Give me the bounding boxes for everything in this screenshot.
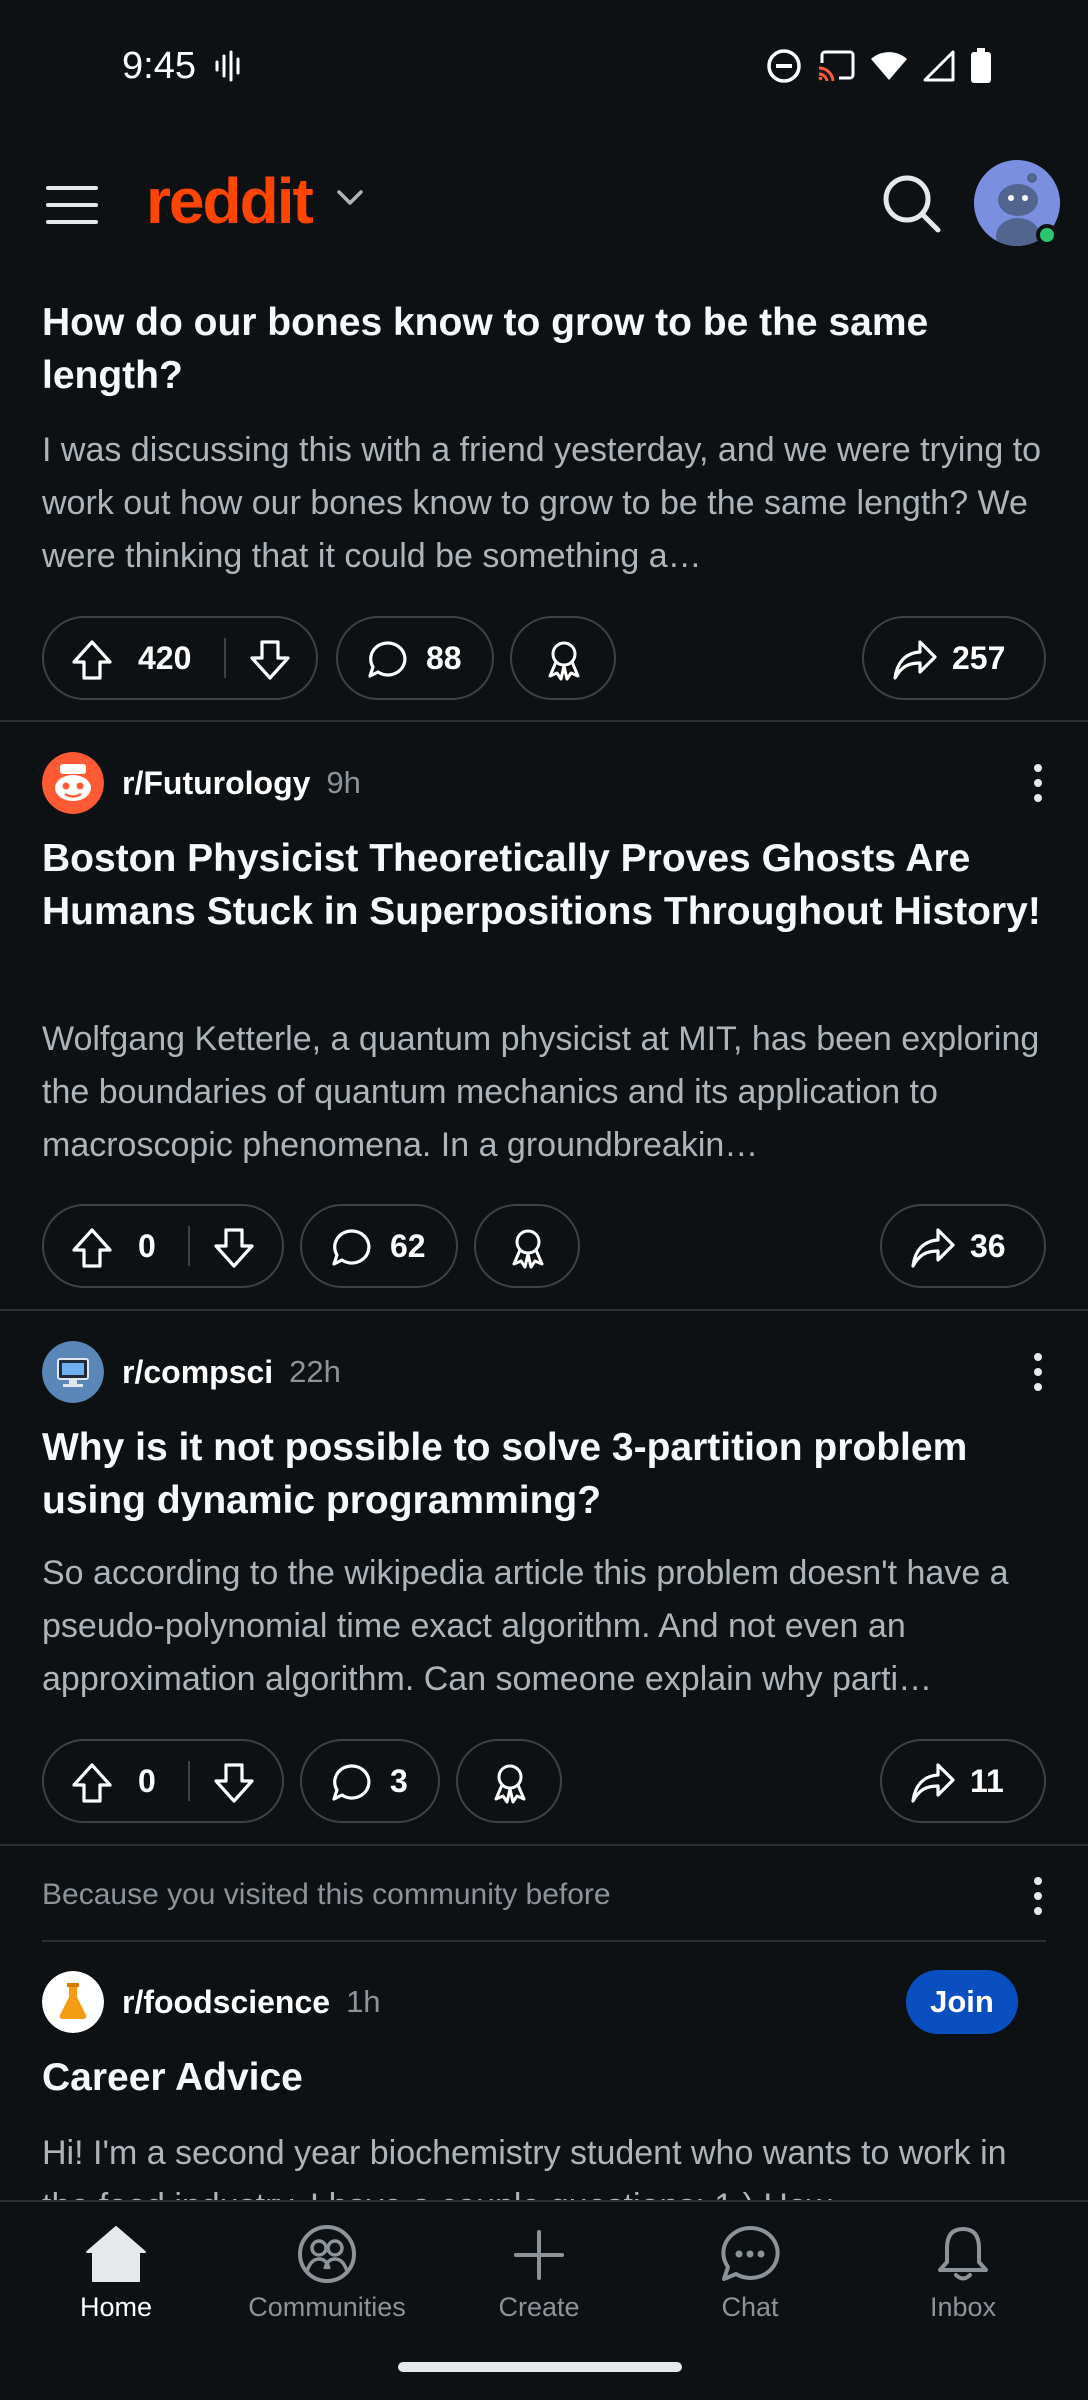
nav-label: Communities (248, 2292, 406, 2322)
plus-icon (507, 2202, 571, 2284)
post-actions: 0 3 11 (42, 1739, 1046, 1823)
downvote-icon[interactable] (212, 1226, 256, 1270)
post-actions: 0 62 36 (42, 1204, 1046, 1288)
nav-label: Home (79, 2292, 153, 2322)
comment-icon (330, 1227, 372, 1269)
post-meta: r/Futurology 9h (42, 751, 361, 815)
online-status-dot (1036, 224, 1058, 246)
reddit-logo[interactable]: reddit (146, 164, 314, 238)
share-icon (910, 1226, 956, 1270)
post-time: 1h (346, 1984, 381, 2019)
subreddit-name[interactable]: r/compsci (122, 1354, 273, 1391)
post-divider (0, 720, 1088, 722)
upvote-icon[interactable] (70, 638, 114, 682)
home-icon (84, 2202, 148, 2284)
post-meta: r/foodscience 1h (42, 1970, 381, 2034)
bell-icon (931, 2202, 995, 2284)
share-button[interactable]: 257 (862, 616, 1046, 700)
menu-icon[interactable] (44, 180, 100, 230)
post-divider (0, 1309, 1088, 1311)
status-bar: 9:45 (0, 0, 1088, 135)
nav-home[interactable]: Home (26, 2202, 206, 2342)
subreddit-icon[interactable] (42, 1971, 104, 2033)
battery-icon (970, 48, 992, 84)
cast-icon (816, 49, 856, 83)
upvote-icon[interactable] (70, 1226, 114, 1270)
comment-icon (330, 1762, 372, 1804)
award-button[interactable] (456, 1739, 562, 1823)
upvote-icon[interactable] (70, 1761, 114, 1805)
vote-control: 420 (42, 616, 318, 700)
upvote-count: 0 (138, 1762, 156, 1799)
share-icon (892, 638, 938, 682)
recommendation-options-icon[interactable] (1018, 1866, 1058, 1926)
join-button[interactable]: Join (906, 1970, 1018, 2034)
downvote-icon[interactable] (212, 1761, 256, 1805)
comments-button[interactable]: 88 (336, 616, 494, 700)
post-title[interactable]: How do our bones know to grow to be the … (42, 296, 1052, 402)
nav-label: Chat (721, 2292, 779, 2322)
app-header: reddit (0, 150, 1088, 260)
post-actions: 420 88 257 (42, 616, 1046, 700)
nav-inbox[interactable]: Inbox (873, 2202, 1053, 2342)
award-icon (488, 1761, 532, 1805)
subreddit-name[interactable]: r/Futurology (122, 765, 310, 802)
post-time: 22h (289, 1354, 341, 1389)
post-body[interactable]: I was discussing this with a friend yest… (42, 424, 1052, 583)
downvote-icon[interactable] (248, 638, 292, 682)
post-title[interactable]: Career Advice (42, 2051, 1052, 2104)
chevron-down-icon[interactable] (336, 188, 364, 208)
share-count: 11 (970, 1762, 1004, 1799)
subreddit-name[interactable]: r/foodscience (122, 1984, 330, 2021)
comment-count: 88 (426, 639, 462, 676)
vote-control: 0 (42, 1739, 284, 1823)
comment-icon (366, 639, 408, 681)
post-body[interactable]: Wolfgang Ketterle, a quantum physicist a… (42, 1013, 1052, 1172)
wifi-icon (870, 50, 908, 82)
share-icon (910, 1761, 956, 1805)
nav-label: Inbox (929, 2292, 997, 2322)
nav-label: Create (498, 2292, 580, 2322)
vibrate-icon (214, 50, 244, 82)
search-icon[interactable] (880, 172, 944, 236)
award-button[interactable] (510, 616, 616, 700)
subreddit-icon[interactable] (42, 752, 104, 814)
post-body[interactable]: So according to the wikipedia article th… (42, 1547, 1052, 1706)
upvote-count: 0 (138, 1227, 156, 1264)
nav-chat[interactable]: Chat (660, 2202, 840, 2342)
post-divider (0, 1844, 1088, 1846)
post-body[interactable]: Hi! I'm a second year biochemistry stude… (42, 2127, 1052, 2200)
share-count: 257 (952, 639, 1006, 676)
recommendation-label: Because you visited this community befor… (42, 1878, 611, 1911)
comments-button[interactable]: 3 (300, 1739, 440, 1823)
comment-count: 62 (390, 1227, 426, 1264)
award-button[interactable] (474, 1204, 580, 1288)
nav-communities[interactable]: Communities (237, 2202, 417, 2342)
post-time: 9h (326, 765, 361, 800)
share-count: 36 (970, 1227, 1006, 1264)
post-title[interactable]: Why is it not possible to solve 3-partit… (42, 1421, 1052, 1527)
post-options-icon[interactable] (1018, 753, 1058, 813)
share-button[interactable]: 36 (880, 1204, 1046, 1288)
status-time: 9:45 (122, 45, 196, 87)
post-meta: r/compsci 22h (42, 1340, 341, 1404)
post-title[interactable]: Boston Physicist Theoretically Proves Gh… (42, 832, 1052, 938)
nav-create[interactable]: Create (449, 2202, 629, 2342)
award-icon (506, 1226, 550, 1270)
vote-control: 0 (42, 1204, 284, 1288)
comment-count: 3 (390, 1762, 408, 1799)
post-options-icon[interactable] (1018, 1342, 1058, 1402)
communities-icon (295, 2202, 359, 2284)
subreddit-icon[interactable] (42, 1341, 104, 1403)
comments-button[interactable]: 62 (300, 1204, 458, 1288)
gesture-home-indicator[interactable] (398, 2362, 682, 2372)
chat-icon (718, 2202, 782, 2284)
award-icon (542, 638, 586, 682)
upvote-count: 420 (138, 639, 192, 676)
dnd-icon (766, 48, 802, 84)
signal-icon (922, 50, 956, 82)
share-button[interactable]: 11 (880, 1739, 1046, 1823)
